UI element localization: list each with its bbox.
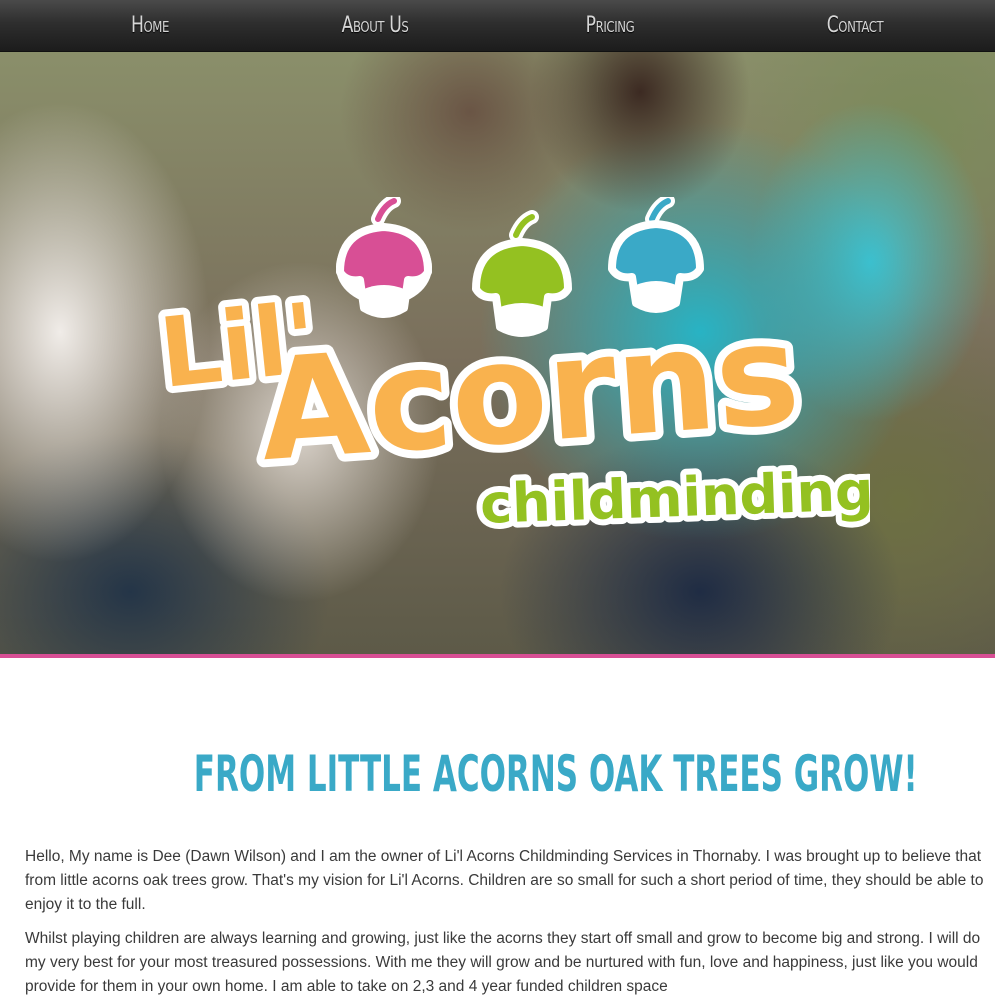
logo-word-childminding: childminding (479, 459, 870, 536)
nav-home-link[interactable]: Home (117, 0, 183, 52)
logo-word-acorns: Acorns (255, 293, 805, 493)
hero-banner: Lil' Acorns childminding (0, 52, 995, 654)
nav-contact-link[interactable]: Contact (821, 0, 888, 52)
logo-graphic: Lil' Acorns childminding (150, 197, 870, 542)
blue-acorn-icon (608, 197, 704, 313)
nav-pricing-link[interactable]: Pricing (576, 0, 645, 52)
main-nav: Home About Us Pricing Contact (0, 0, 995, 52)
hero-accent-line (0, 654, 995, 658)
pink-acorn-icon (336, 197, 432, 318)
site-logo: Lil' Acorns childminding (150, 197, 870, 557)
body-paragraph: Whilst playing children are always learn… (25, 930, 981, 995)
nav-about-us-link[interactable]: About Us (331, 0, 420, 52)
intro-paragraph: Hello, My name is Dee (Dawn Wilson) and … (25, 848, 984, 913)
page-tagline: From Little Acorns Oak Trees Grow! (193, 745, 918, 803)
